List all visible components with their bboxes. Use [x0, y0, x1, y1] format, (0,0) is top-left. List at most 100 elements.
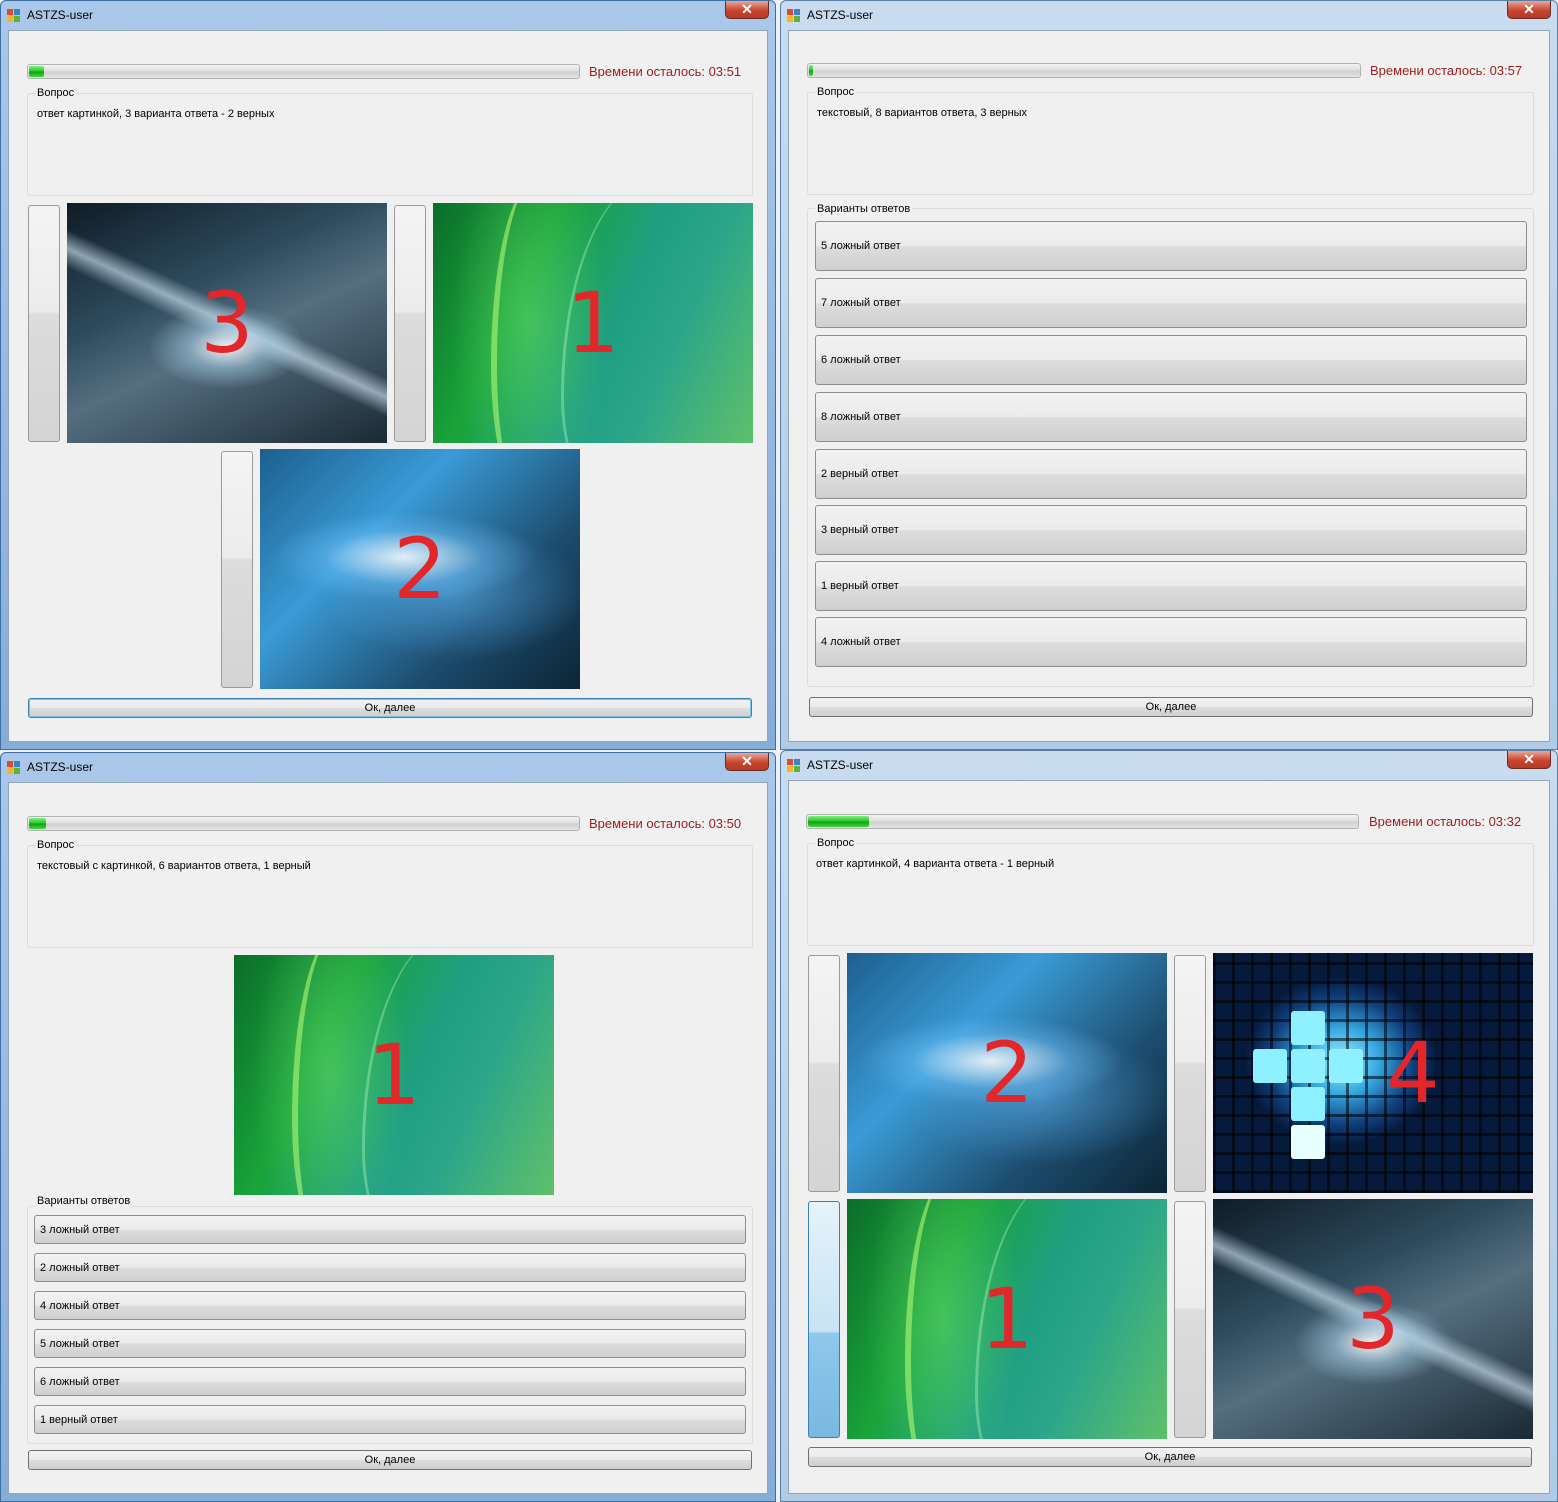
question-text: текстовый, 8 вариантов ответа, 3 верных	[817, 107, 1028, 119]
answer-selector-1[interactable]	[808, 955, 840, 1192]
progress-fill	[29, 818, 47, 829]
answer-option[interactable]: 4 ложный ответ	[815, 617, 1527, 667]
answer-selector-2[interactable]	[394, 205, 426, 442]
answer-option[interactable]: 7 ложный ответ	[815, 278, 1527, 328]
answer-option-label: 5 ложный ответ	[40, 1337, 120, 1350]
answer-image-4[interactable]: 3	[1213, 1199, 1533, 1439]
time-progress-bar	[806, 814, 1359, 829]
ok-next-label: Ок, далее	[1145, 701, 1197, 713]
app-icon	[787, 759, 800, 772]
app-icon	[7, 761, 20, 774]
ok-next-button[interactable]: Ок, далее	[28, 1450, 752, 1470]
app-icon	[7, 9, 20, 22]
window-title: ASTZS-user	[807, 758, 874, 772]
answer-option[interactable]: 5 ложный ответ	[815, 221, 1527, 271]
image-number: 2	[980, 1024, 1034, 1122]
time-progress-bar	[27, 816, 580, 831]
answer-option-label: 8 ложный ответ	[821, 411, 901, 423]
answer-selector-1[interactable]	[28, 205, 60, 442]
answer-selector-4[interactable]	[1174, 1201, 1206, 1438]
answer-image-2[interactable]: 4	[1213, 953, 1533, 1193]
time-remaining: Времени осталось: 03:50	[589, 816, 742, 831]
ok-next-label: Ок, далее	[364, 702, 416, 714]
answer-option[interactable]: 1 верный ответ	[815, 561, 1527, 611]
answer-image-3[interactable]: 1	[847, 1199, 1167, 1439]
question-label: Вопрос	[35, 87, 77, 99]
ok-next-label: Ок, далее	[364, 1454, 416, 1466]
question-label: Вопрос	[815, 837, 857, 849]
answer-option-label: 1 верный ответ	[40, 1413, 118, 1426]
title-bar[interactable]: ASTZS-user ✕	[1, 1, 775, 30]
ok-next-button[interactable]: Ок, далее	[808, 1447, 1532, 1467]
question-text: ответ картинкой, 4 варианта ответа - 1 в…	[816, 858, 1055, 870]
answer-option[interactable]: 8 ложный ответ	[815, 392, 1527, 442]
close-button[interactable]: ✕	[1507, 751, 1551, 769]
image-number: 1	[566, 274, 620, 372]
answer-option[interactable]: 2 верный ответ	[815, 449, 1527, 499]
window-title: ASTZS-user	[807, 8, 874, 22]
window-title: ASTZS-user	[27, 760, 94, 774]
question-label: Вопрос	[35, 839, 77, 851]
close-icon: ✕	[741, 753, 753, 769]
answer-option[interactable]: 3 ложный ответ	[34, 1215, 746, 1244]
progress-fill	[808, 816, 870, 827]
time-progress-bar	[807, 63, 1361, 78]
question-label: Вопрос	[815, 86, 857, 98]
answer-option[interactable]: 6 ложный ответ	[815, 335, 1527, 385]
image-number: 1	[980, 1270, 1034, 1368]
title-bar[interactable]: ASTZS-user ✕	[1, 753, 775, 782]
time-remaining: Времени осталось: 03:57	[1370, 63, 1523, 78]
window-image-answer-3: ASTZS-user ✕ Времени осталось: 03:51 Воп…	[0, 0, 776, 750]
time-remaining: Времени осталось: 03:51	[589, 64, 742, 79]
window-text-answers-8: ASTZS-user ✕ Времени осталось: 03:57 Воп…	[780, 0, 1558, 750]
answer-option-label: 5 ложный ответ	[821, 240, 901, 252]
progress-fill	[29, 66, 44, 77]
answers-label: Варианты ответов	[815, 203, 913, 215]
close-button[interactable]: ✕	[725, 1, 769, 19]
question-text: ответ картинкой, 3 варианта ответа - 2 в…	[37, 108, 275, 120]
answer-option-label: 3 ложный ответ	[40, 1223, 120, 1236]
image-number: 3	[1346, 1270, 1400, 1368]
app-icon	[787, 9, 800, 22]
client-area: Времени осталось: 03:32 Вопрос ответ кар…	[788, 780, 1550, 1494]
image-number: 1	[367, 1026, 421, 1124]
ok-next-button[interactable]: Ок, далее	[28, 698, 752, 718]
answer-option[interactable]: 4 ложный ответ	[34, 1291, 746, 1320]
answer-option-label: 6 ложный ответ	[821, 354, 901, 366]
answer-option[interactable]: 2 ложный ответ	[34, 1253, 746, 1282]
client-area: Времени осталось: 03:57 Вопрос текстовый…	[788, 30, 1550, 742]
answer-selector-2[interactable]	[1174, 955, 1206, 1192]
answer-option-label: 2 верный ответ	[821, 468, 899, 480]
answer-image-3[interactable]: 2	[260, 449, 580, 689]
answer-image-1[interactable]: 3	[67, 203, 387, 443]
answer-image-2[interactable]: 1	[433, 203, 753, 443]
ok-next-button[interactable]: Ок, далее	[809, 697, 1533, 717]
answer-option-label: 7 ложный ответ	[821, 297, 901, 309]
answer-option-label: 1 верный ответ	[821, 580, 899, 592]
question-image: 1	[234, 955, 554, 1195]
image-number: 2	[393, 520, 447, 618]
close-button[interactable]: ✕	[1507, 1, 1551, 19]
time-remaining: Времени осталось: 03:32	[1369, 814, 1522, 829]
answer-option-label: 2 ложный ответ	[40, 1261, 120, 1274]
answer-selector-3[interactable]	[808, 1201, 840, 1438]
question-text: текстовый с картинкой, 6 вариантов ответ…	[37, 860, 311, 872]
answer-image-1[interactable]: 2	[847, 953, 1167, 1193]
ok-next-label: Ок, далее	[1144, 1451, 1196, 1463]
image-number: 4	[1386, 1024, 1440, 1122]
answer-option-label: 3 верный ответ	[821, 524, 899, 536]
client-area: Времени осталось: 03:51 Вопрос ответ кар…	[8, 30, 768, 742]
answer-option-label: 4 ложный ответ	[821, 636, 901, 648]
answer-option[interactable]: 5 ложный ответ	[34, 1329, 746, 1358]
window-image-answer-4: ASTZS-user ✕ Времени осталось: 03:32 Воп…	[780, 750, 1558, 1502]
answer-selector-3[interactable]	[221, 451, 253, 688]
title-bar[interactable]: ASTZS-user ✕	[781, 1, 1557, 30]
title-bar[interactable]: ASTZS-user ✕	[781, 751, 1557, 780]
close-icon: ✕	[1523, 1, 1535, 17]
answer-option[interactable]: 1 верный ответ	[34, 1405, 746, 1434]
answer-option[interactable]: 3 верный ответ	[815, 505, 1527, 555]
answer-option-label: 6 ложный ответ	[40, 1375, 120, 1388]
close-button[interactable]: ✕	[725, 753, 769, 771]
answer-option[interactable]: 6 ложный ответ	[34, 1367, 746, 1396]
client-area: Времени осталось: 03:50 Вопрос текстовый…	[8, 782, 768, 1494]
